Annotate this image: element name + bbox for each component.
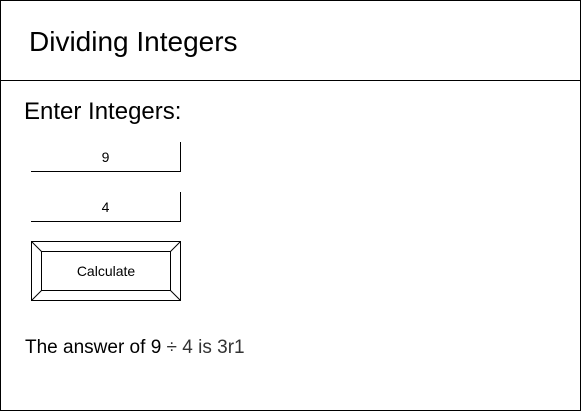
result-connector: is [198, 337, 212, 358]
divisor-input[interactable] [31, 192, 181, 222]
app-frame: Dividing Integers Enter Integers: Calcul… [0, 0, 581, 411]
section-label: Enter Integers: [24, 98, 182, 125]
division-operator: ÷ [166, 337, 177, 358]
result-prefix: The answer of [25, 337, 146, 358]
result-text: The answer of 9 ÷ 4 is 3r1 [25, 337, 245, 359]
calculate-button-label: Calculate [76, 263, 136, 279]
dividend-input[interactable] [31, 142, 181, 172]
result-dividend: 9 [150, 337, 162, 358]
page-title: Dividing Integers [29, 26, 238, 57]
calculate-button[interactable]: Calculate [31, 241, 181, 301]
header-bar: Dividing Integers [1, 1, 580, 81]
result-divisor: 4 [182, 337, 193, 358]
result-answer: 3r1 [217, 337, 245, 358]
